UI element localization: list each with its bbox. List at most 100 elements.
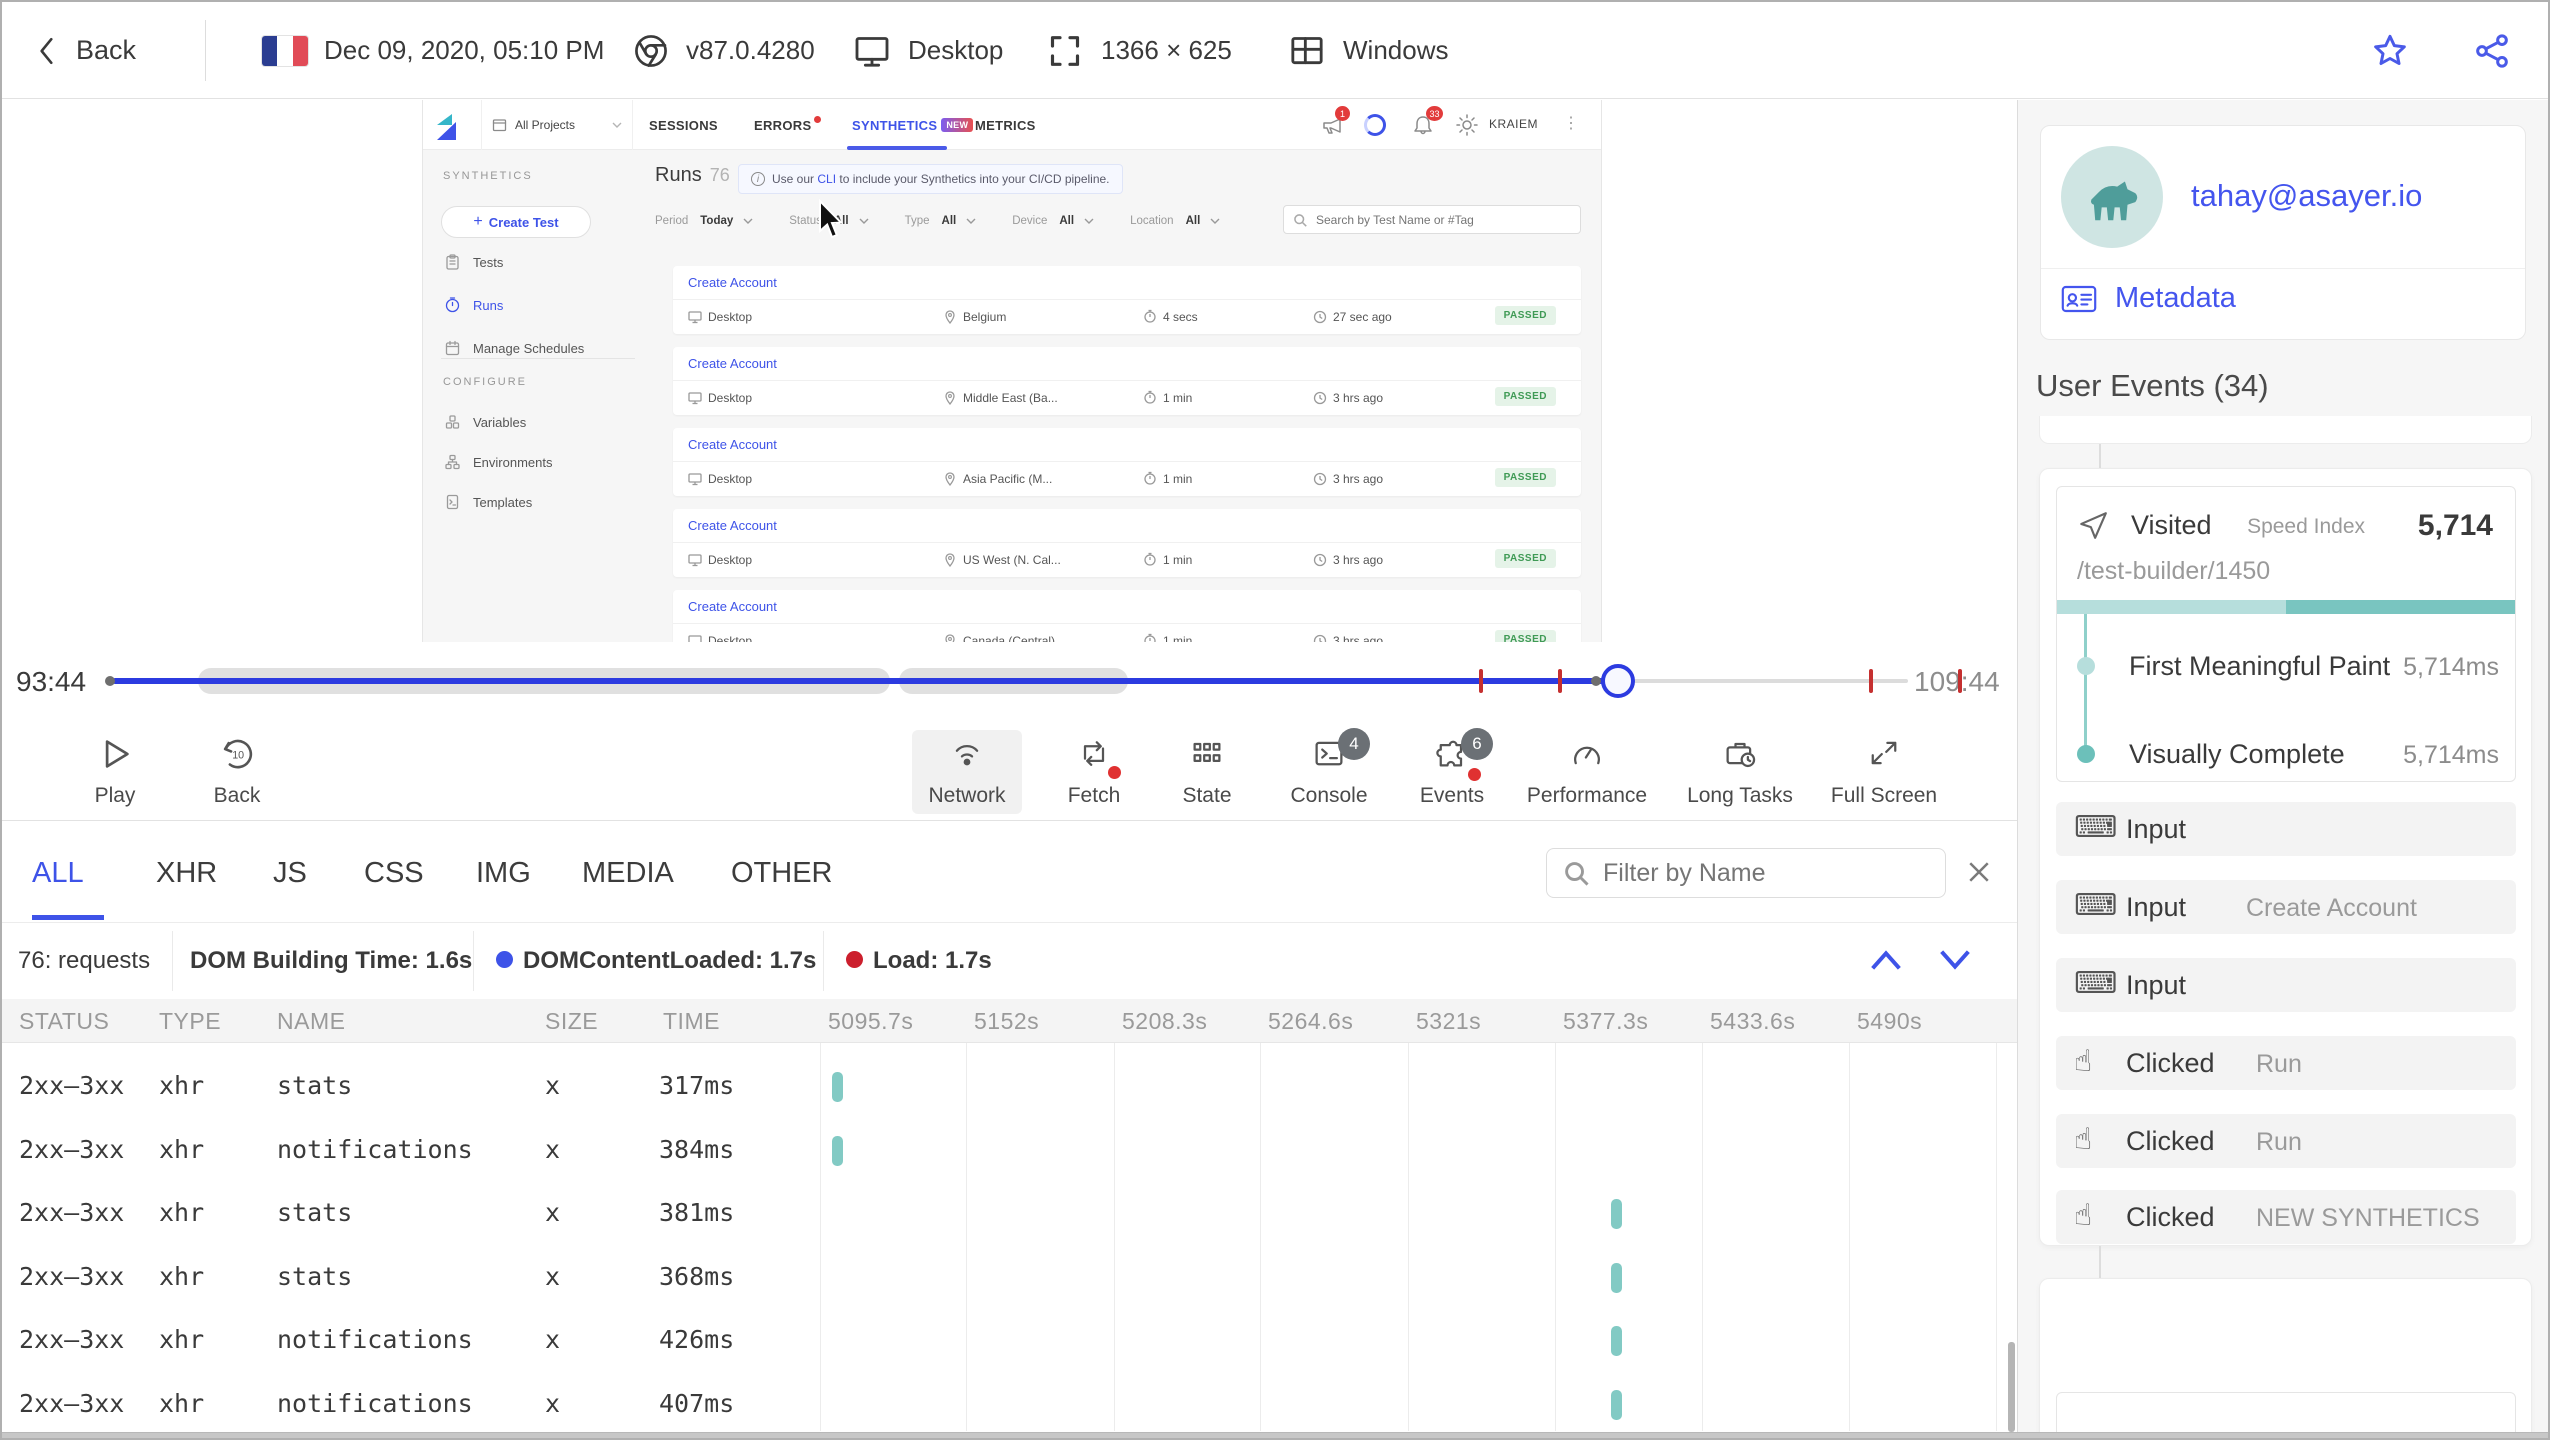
project-selector: All Projects: [481, 100, 633, 150]
network-request-row[interactable]: 2xx–3xx xhr stats x 381ms: [2, 1182, 2017, 1246]
svg-text:10: 10: [232, 750, 244, 762]
jump-up-icon[interactable]: [1866, 945, 1906, 975]
stopwatch-icon: [1144, 552, 1156, 566]
visited-event-card[interactable]: Visited Speed Index 5,714 /test-builder/…: [2056, 486, 2516, 782]
event-item-input[interactable]: ⌨ Input: [2056, 802, 2516, 856]
timeline-start-dot: [105, 676, 115, 686]
pin-icon: [945, 391, 955, 405]
vertical-scrollbar[interactable]: [2008, 1342, 2015, 1432]
network-tab-all[interactable]: ALL: [32, 857, 84, 890]
clock-icon: [1313, 634, 1327, 642]
cli-banner: i Use our CLI to include your Synthetics…: [738, 164, 1123, 194]
search-icon: [1565, 862, 1589, 886]
session-date-label: Dec 09, 2020, 05:10 PM: [324, 35, 605, 65]
error-marker[interactable]: [1869, 669, 1873, 693]
event-item-input[interactable]: ⌨ Input: [2056, 958, 2516, 1012]
play-button[interactable]: Play: [60, 730, 170, 814]
run-name-link: Create Account: [673, 347, 1581, 381]
back-10-button[interactable]: 10 Back: [182, 730, 292, 814]
events-panel-button[interactable]: 6 Events: [1397, 728, 1507, 814]
status-badge: PASSED: [1494, 306, 1556, 325]
jump-down-icon[interactable]: [1935, 945, 1975, 975]
network-panel-button[interactable]: Network: [912, 730, 1022, 814]
console-panel-button[interactable]: 4 Console: [1274, 728, 1384, 814]
keyboard-icon: ⌨: [2074, 966, 2118, 1001]
event-item-clicked[interactable]: ☝ Clicked NEW SYNTHETICS: [2056, 1190, 2516, 1244]
user-email-link[interactable]: tahay@asayer.io: [2191, 178, 2422, 214]
request-timing-bar: [1611, 1389, 1623, 1420]
chevron-down-icon: [858, 218, 869, 224]
runs-filter-bar: Period Today Status All Type All Device All …: [655, 210, 1220, 232]
topbar-divider: [205, 20, 206, 81]
expand-icon: [1871, 741, 1897, 765]
loading-spinner-icon: [1364, 114, 1386, 136]
back-button[interactable]: Back: [34, 2, 136, 99]
hand-pointer-icon: ☝: [2074, 1044, 2093, 1079]
visited-url: /test-builder/1450: [2077, 557, 2271, 585]
calendar-icon: [445, 340, 460, 356]
network-request-row[interactable]: 2xx–3xx xhr notifications x 426ms: [2, 1309, 2017, 1373]
navigate-arrow-icon: [2080, 512, 2107, 539]
console-count-badge: 4: [1338, 728, 1370, 760]
session-date: Dec 09, 2020, 05:10 PM: [262, 2, 604, 99]
kebab-menu-icon: ⋮: [1563, 115, 1579, 132]
monitor-sm-icon: [688, 392, 702, 405]
long-tasks-panel-button[interactable]: Long Tasks: [1685, 730, 1795, 814]
device-label: Desktop: [908, 35, 1004, 65]
chevron-down-icon: [966, 218, 976, 224]
filter-input[interactable]: [1601, 857, 1929, 889]
network-tab-js[interactable]: JS: [273, 857, 307, 890]
error-marker[interactable]: [1958, 669, 1962, 693]
user-events-title: User Events (34): [2036, 368, 2269, 403]
pin-icon: [945, 472, 955, 486]
run-card: Create Account Desktop Belgium 4 secs 27…: [673, 266, 1581, 334]
user-card-divider: [2041, 268, 2525, 269]
replayed-sidebar-item-environments: Environments: [445, 450, 552, 474]
wifi-icon: [955, 745, 979, 766]
hyena-avatar-icon: [2091, 181, 2138, 221]
event-item-clicked[interactable]: ☝ Clicked Run: [2056, 1114, 2516, 1168]
request-timing-bar: [1611, 1199, 1623, 1229]
event-item-input[interactable]: ⌨ Input Create Account: [2056, 880, 2516, 934]
file-icon: [446, 494, 459, 510]
request-timing-bar: [1611, 1262, 1623, 1293]
error-marker[interactable]: [1558, 669, 1562, 693]
metadata-button[interactable]: Metadata: [2061, 282, 2236, 315]
state-panel-button[interactable]: State: [1152, 730, 1262, 814]
network-tab-img[interactable]: IMG: [476, 857, 531, 890]
next-event-card-partial: [2056, 1392, 2516, 1432]
share-icon[interactable]: [2472, 31, 2512, 71]
network-request-row[interactable]: 2xx–3xx xhr notifications x 384ms: [2, 1119, 2017, 1183]
col-name: NAME: [277, 1008, 346, 1034]
event-item-clicked[interactable]: ☝ Clicked Run: [2056, 1036, 2516, 1090]
network-tab-media[interactable]: MEDIA: [582, 857, 674, 890]
performance-panel-button[interactable]: Performance: [1527, 730, 1647, 814]
error-marker[interactable]: [1479, 669, 1483, 693]
run-name-link: Create Account: [673, 590, 1581, 624]
fetch-panel-button[interactable]: Fetch: [1039, 730, 1149, 814]
full-screen-button[interactable]: Full Screen: [1829, 730, 1939, 814]
network-request-row[interactable]: 2xx–3xx xhr stats x 317ms: [2, 1055, 2017, 1119]
col-tick: 5433.6s: [1710, 1008, 1796, 1034]
sidebar-divider: [441, 358, 635, 359]
filter-box[interactable]: [1546, 848, 1946, 898]
event-group-card-partial: [2039, 1278, 2532, 1432]
run-card: Create Account Desktop Asia Pacific (M..…: [673, 428, 1581, 496]
run-card: Create Account Desktop US West (N. Cal..…: [673, 509, 1581, 577]
dcl-dot: [496, 951, 513, 968]
timeline-progress: [112, 678, 1604, 684]
horizontal-scrollbar[interactable]: [2, 1432, 2548, 1438]
total-time-label: 109:44: [1914, 666, 2000, 697]
network-request-row[interactable]: 2xx–3xx xhr stats x 368ms: [2, 1246, 2017, 1310]
replay-stage: All Projects SESSIONS ERRORS SYNTHETICS N…: [2, 100, 2017, 642]
browser-version-label: v87.0.4280: [686, 35, 815, 65]
fmp-dot: [2077, 657, 2095, 675]
play-icon: [105, 740, 129, 768]
network-tab-xhr[interactable]: XHR: [156, 857, 217, 890]
timeline-scrubber-knob[interactable]: [1601, 664, 1635, 698]
favorite-star-icon[interactable]: [2370, 31, 2410, 71]
network-tab-other[interactable]: OTHER: [731, 857, 833, 890]
network-request-row[interactable]: 2xx–3xx xhr notifications x 407ms: [2, 1373, 2017, 1432]
close-panel-icon[interactable]: [1964, 857, 1994, 887]
network-tab-css[interactable]: CSS: [364, 857, 424, 890]
